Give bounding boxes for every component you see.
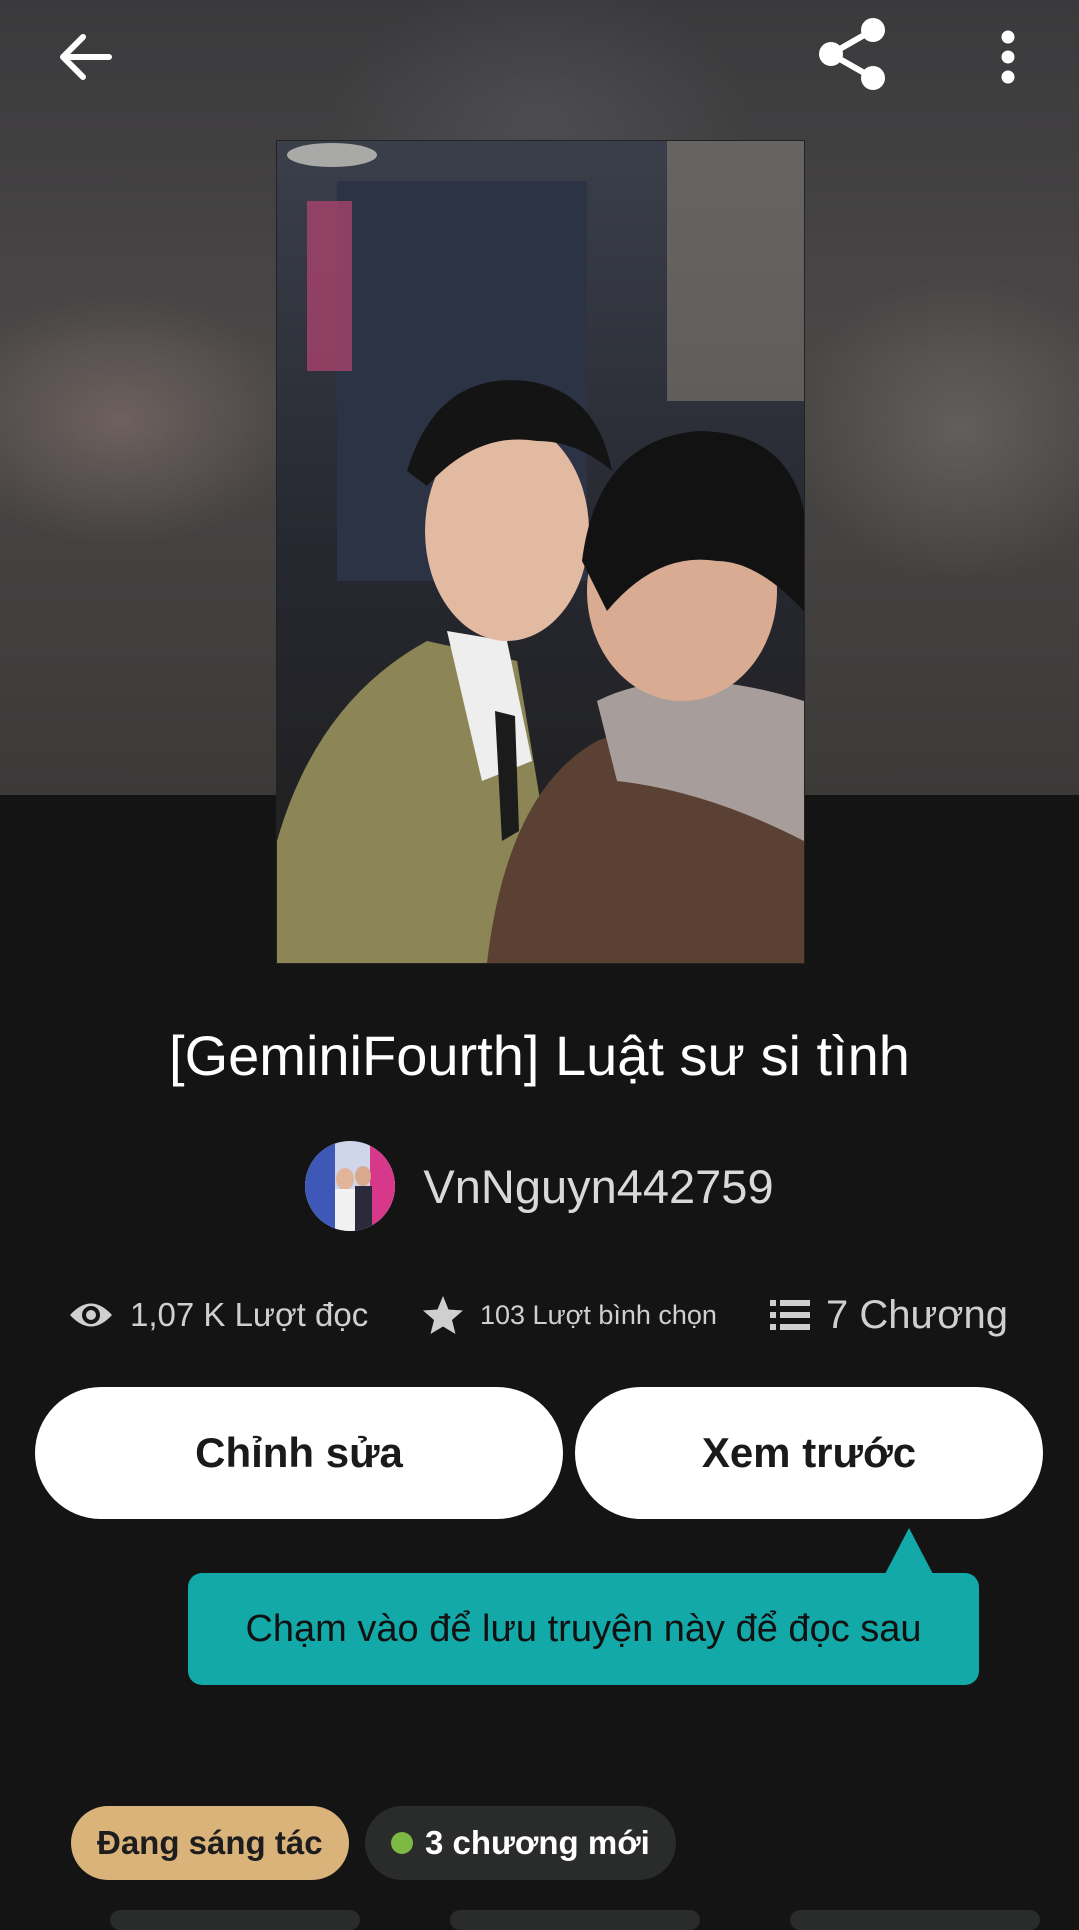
story-title: [GeminiFourth] Luật sư si tình [169, 1024, 910, 1087]
story-cover-image[interactable] [276, 140, 805, 964]
votes-count: 103 Lượt bình chọn [480, 1299, 717, 1330]
arrow-left-icon [60, 34, 112, 80]
author-avatar[interactable] [305, 1141, 396, 1231]
more-vertical-icon [1001, 30, 1015, 84]
cover-photo [277, 141, 804, 963]
avatar-image [305, 1141, 396, 1231]
reads-count: 1,07 K Lượt đọc [130, 1296, 369, 1333]
tooltip-arrow [885, 1528, 933, 1574]
new-chapters-label: 3 chương mới [425, 1824, 650, 1861]
chapters-stat[interactable]: 7 Chương [770, 1285, 1008, 1345]
tag-chip-partial[interactable] [790, 1910, 1040, 1930]
author-name[interactable]: VnNguyn442759 [423, 1159, 773, 1214]
more-options-button[interactable] [980, 22, 1036, 92]
edit-button[interactable]: Chỉnh sửa [35, 1387, 563, 1519]
status-badge-label: Đang sáng tác [97, 1824, 323, 1861]
reads-stat: 1,07 K Lượt đọc [68, 1285, 368, 1345]
share-button[interactable] [808, 14, 898, 94]
share-icon [819, 18, 885, 90]
tag-chip-partial[interactable] [110, 1910, 360, 1930]
new-chapters-badge[interactable]: 3 chương mới [365, 1806, 676, 1880]
tag-chip-partial[interactable] [450, 1910, 700, 1930]
eye-icon [68, 1298, 114, 1332]
status-badge: Đang sáng tác [71, 1806, 349, 1880]
preview-button[interactable]: Xem trước [575, 1387, 1043, 1519]
tooltip-text: Chạm vào để lưu truyện này để đọc sau [245, 1607, 922, 1650]
author-row[interactable]: VnNguyn442759 [0, 1140, 1079, 1232]
story-stats: 1,07 K Lượt đọc 103 Lượt bình chọn 7 Chư… [0, 1285, 1079, 1345]
save-for-later-tooltip[interactable]: Chạm vào để lưu truyện này để đọc sau [188, 1573, 979, 1685]
list-icon [770, 1298, 810, 1332]
new-indicator-dot [391, 1832, 413, 1854]
chapters-count[interactable]: 7 Chương [826, 1293, 1008, 1338]
votes-stat: 103 Lượt bình chọn [422, 1285, 717, 1345]
back-button[interactable] [45, 22, 125, 92]
star-icon [422, 1295, 464, 1335]
